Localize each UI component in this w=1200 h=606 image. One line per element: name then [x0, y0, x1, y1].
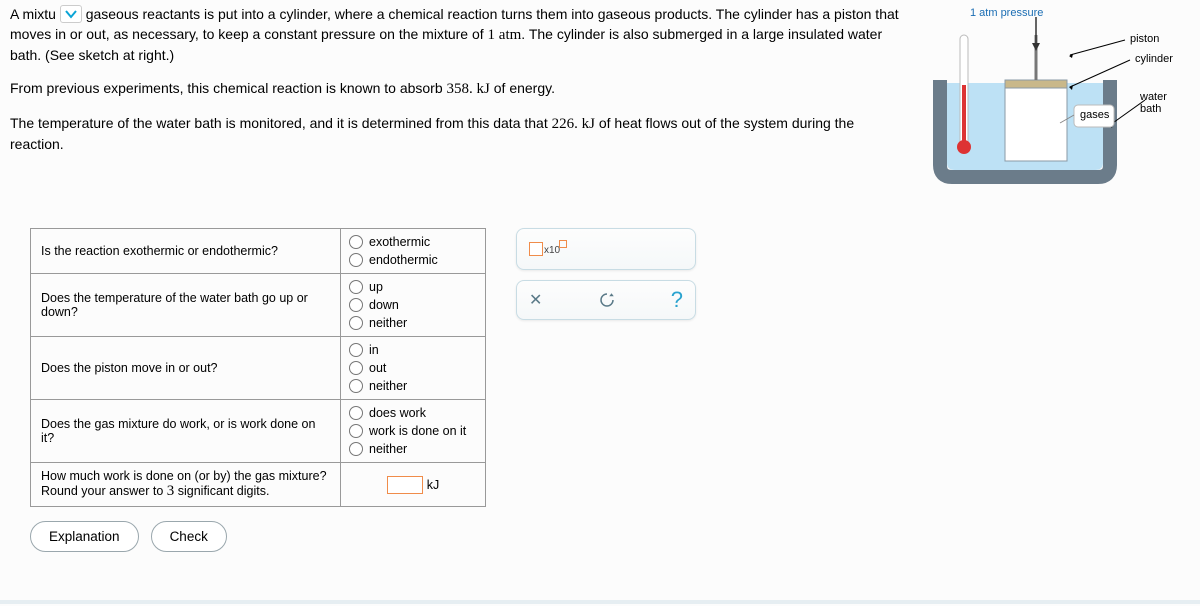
- p3-heat: 226. kJ: [552, 116, 595, 132]
- dropdown-toggle-icon[interactable]: [60, 5, 82, 23]
- p2-text-a: From previous experiments, this chemical…: [10, 80, 447, 96]
- checkbox-icon: [529, 242, 543, 256]
- q3-label-a: in: [369, 343, 379, 357]
- exponent-box-icon: [559, 240, 567, 248]
- q1-text: Is the reaction exothermic or endothermi…: [31, 229, 341, 274]
- work-input[interactable]: [387, 476, 423, 494]
- reset-button[interactable]: [598, 291, 616, 309]
- sketch-label-cylinder: cylinder: [1135, 53, 1173, 65]
- q4-text: Does the gas mixture do work, or is work…: [31, 400, 341, 463]
- sketch-label-gases: gases: [1080, 109, 1109, 121]
- close-icon: ✕: [529, 292, 542, 309]
- q1-label-b: endothermic: [369, 253, 438, 267]
- q2-label-b: down: [369, 298, 399, 312]
- q2-text: Does the temperature of the water bath g…: [31, 274, 341, 337]
- q2-radio-up[interactable]: [349, 280, 363, 294]
- problem-paragraph-1: A mixtu gaseous reactants is put into a …: [10, 5, 900, 65]
- sketch-label-pressure: 1 atm pressure: [970, 7, 1043, 19]
- q4-radio-neither[interactable]: [349, 442, 363, 456]
- sci-notation-toggle[interactable]: x10: [529, 242, 568, 256]
- work-unit: kJ: [427, 478, 440, 492]
- q2-label-c: neither: [369, 316, 407, 330]
- q2-radio-neither[interactable]: [349, 316, 363, 330]
- q3-radio-out[interactable]: [349, 361, 363, 375]
- q1-radio-exothermic[interactable]: [349, 235, 363, 249]
- q4-radio-workdone[interactable]: [349, 424, 363, 438]
- action-card: ✕ ?: [516, 280, 696, 320]
- sketch-diagram: 1 atm pressure piston cylinder water bat…: [920, 5, 1190, 188]
- p2-text-b: of energy.: [490, 80, 555, 96]
- q3-label-b: out: [369, 361, 386, 375]
- sketch-label-piston: piston: [1130, 33, 1159, 45]
- q2-radio-down[interactable]: [349, 298, 363, 312]
- q3-text: Does the piston move in or out?: [31, 337, 341, 400]
- q5-text-b: significant digits.: [174, 484, 269, 498]
- check-button[interactable]: Check: [151, 521, 227, 552]
- help-icon: ?: [671, 287, 683, 312]
- q3-radio-neither[interactable]: [349, 379, 363, 393]
- q1-radio-endothermic[interactable]: [349, 253, 363, 267]
- q3-label-c: neither: [369, 379, 407, 393]
- p2-energy: 358. kJ: [447, 81, 490, 97]
- q4-label-a: does work: [369, 406, 426, 420]
- q4-radio-doeswork[interactable]: [349, 406, 363, 420]
- q4-label-b: work is done on it: [369, 424, 466, 438]
- explanation-button[interactable]: Explanation: [30, 521, 139, 552]
- q1-label-a: exothermic: [369, 235, 430, 249]
- problem-paragraph-2: From previous experiments, this chemical…: [10, 79, 900, 100]
- problem-paragraph-3: The temperature of the water bath is mon…: [10, 114, 900, 155]
- clear-button[interactable]: ✕: [529, 290, 542, 310]
- p3-text-a: The temperature of the water bath is mon…: [10, 115, 552, 131]
- x10-label: x10: [544, 245, 560, 256]
- q5-text: How much work is done on (or by) the gas…: [31, 463, 341, 507]
- q4-label-c: neither: [369, 442, 407, 456]
- sci-notation-card: x10: [516, 228, 696, 270]
- help-button[interactable]: ?: [671, 287, 683, 313]
- redo-icon: [598, 291, 616, 309]
- p1-atm: 1 atm: [488, 27, 522, 43]
- sketch-label-waterbath: water bath: [1140, 91, 1190, 115]
- p1-text-a: A mixtu: [10, 6, 56, 22]
- question-table: Is the reaction exothermic or endothermi…: [30, 228, 486, 507]
- footer-divider: [0, 600, 1200, 604]
- q2-label-a: up: [369, 280, 383, 294]
- q3-radio-in[interactable]: [349, 343, 363, 357]
